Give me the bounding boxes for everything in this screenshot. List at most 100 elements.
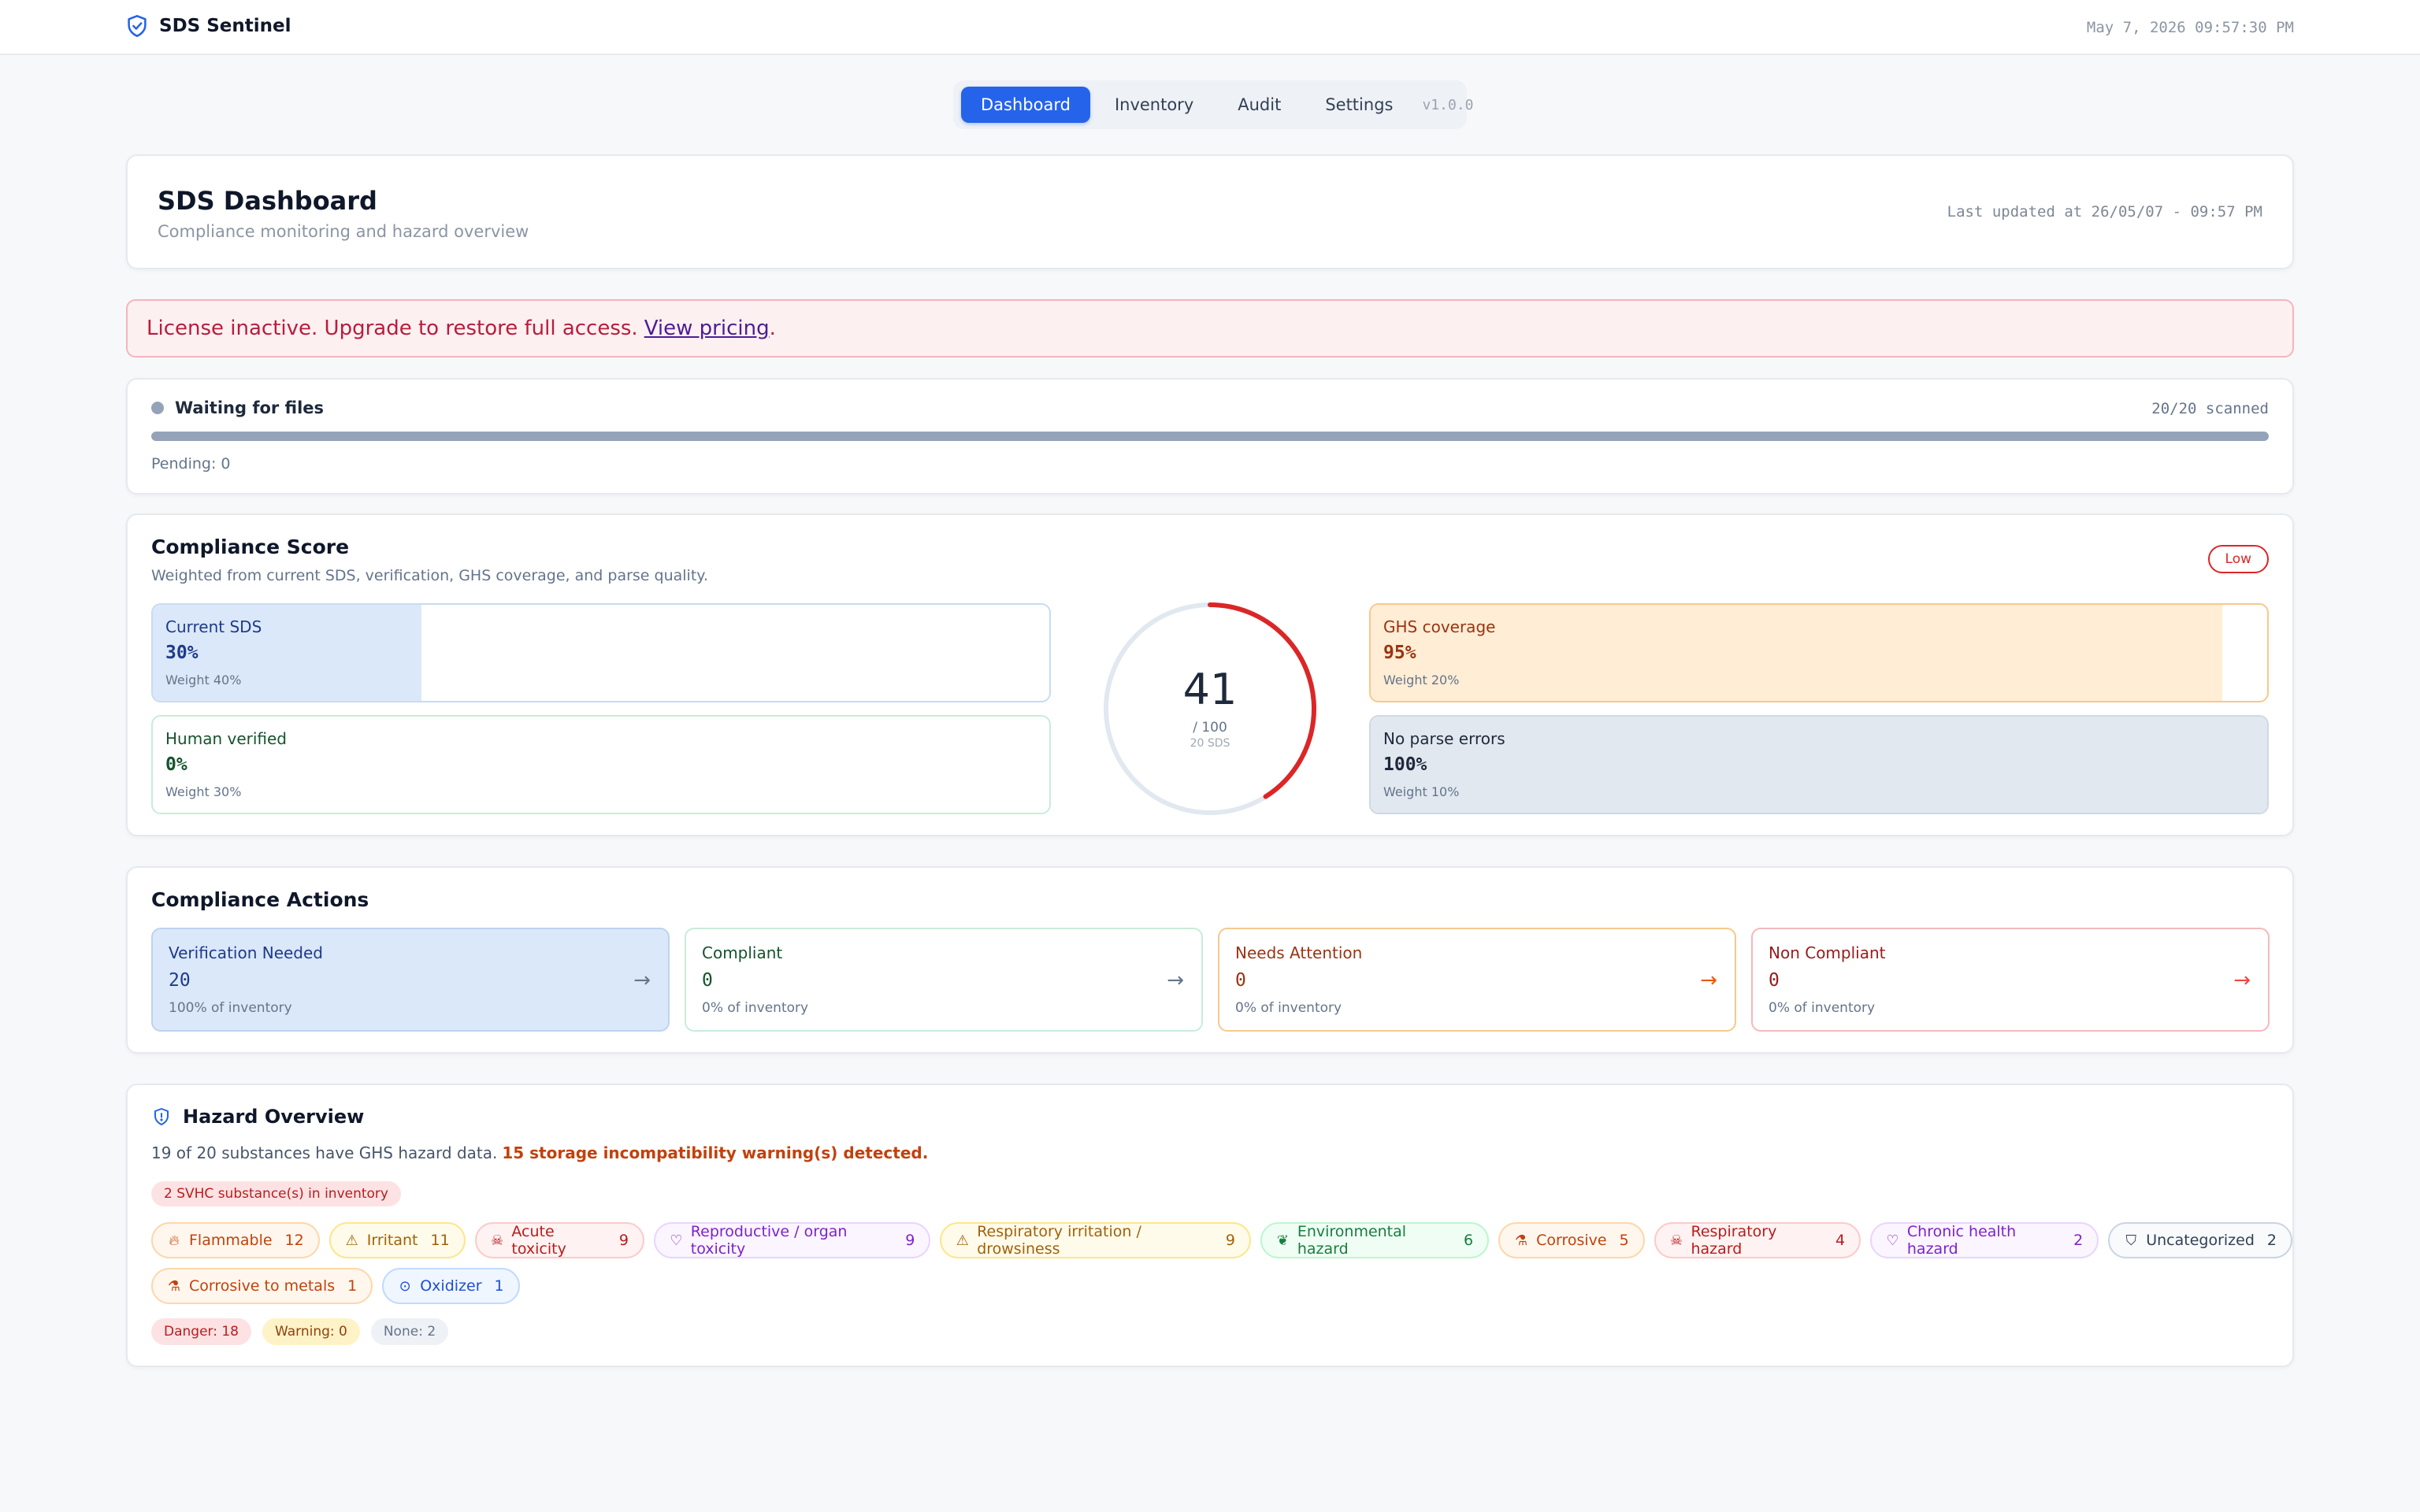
action-percent: 0% of inventory xyxy=(702,1000,809,1016)
page-subtitle: Compliance monitoring and hazard overvie… xyxy=(158,222,529,241)
hazard-count: 4 xyxy=(1835,1232,1846,1249)
metric-ghs-coverage[interactable]: GHS coverage 95% Weight 20% xyxy=(1369,603,2269,702)
top-bar: SDS Sentinel May 7, 2026 09:57:30 PM xyxy=(0,0,2420,55)
action-needs-attention[interactable]: Needs Attention 0 0% of inventory → xyxy=(1218,928,1736,1032)
signal-danger-badge[interactable]: Danger: 18 xyxy=(151,1318,251,1345)
hazard-label: Uncategorized xyxy=(2146,1232,2255,1249)
compliance-score-title: Compliance Score xyxy=(151,536,350,558)
action-label: Non Compliant xyxy=(1769,943,1886,962)
status-dot xyxy=(151,402,164,414)
hazard-label: Environmental hazard xyxy=(1297,1223,1407,1258)
hazard-chip-chronic-health[interactable]: ♡ Chronic health hazard 2 xyxy=(1870,1222,2099,1258)
hazard-chip-reproductive-organ-toxicity[interactable]: ♡ Reproductive / organ toxicity 9 xyxy=(653,1222,931,1258)
tab-audit[interactable]: Audit xyxy=(1218,87,1301,123)
hazard-chip-acute-toxicity[interactable]: ☠︎ Acute toxicity 9 xyxy=(474,1222,644,1258)
signal-warning-badge[interactable]: Warning: 0 xyxy=(262,1318,360,1345)
hazard-label: Acute toxicity xyxy=(511,1223,566,1258)
heart-pulse-icon: ♡ xyxy=(670,1232,683,1249)
action-percent: 100% of inventory xyxy=(169,1000,292,1016)
license-period: . xyxy=(769,317,776,340)
action-non-compliant[interactable]: Non Compliant 0 0% of inventory → xyxy=(1751,928,2270,1032)
flask-icon: ⚗︎ xyxy=(1515,1232,1528,1249)
view-pricing-link[interactable]: View pricing xyxy=(644,317,770,340)
hazard-count: 1 xyxy=(347,1277,358,1295)
signal-word-row: Danger: 18 Warning: 0 None: 2 xyxy=(151,1318,449,1345)
hazard-label: Reproductive / organ toxicity xyxy=(690,1223,848,1258)
hazard-chip-corrosive-to-metals[interactable]: ⚗︎ Corrosive to metals 1 xyxy=(151,1268,373,1304)
hazard-count: 2 xyxy=(2266,1232,2277,1249)
leaf-icon: ❦ xyxy=(1276,1232,1289,1249)
hazard-chip-row: 🔥︎ Flammable 12 ⚠︎ Irritant 11 ☠︎ Acute … xyxy=(151,1222,2292,1258)
scan-count: 20/20 scanned xyxy=(2151,400,2269,417)
metric-human-verified[interactable]: Human verified 0% Weight 30% xyxy=(151,715,1051,814)
flask-icon: ⚗︎ xyxy=(167,1277,181,1295)
skull-icon: ☠︎ xyxy=(1670,1232,1683,1249)
hazard-chip-respiratory-irritation[interactable]: ⚠︎ Respiratory irritation / drowsiness 9 xyxy=(940,1222,1252,1258)
svhc-badge[interactable]: 2 SVHC substance(s) in inventory xyxy=(151,1181,401,1206)
scan-status: Waiting for files xyxy=(175,398,325,417)
action-label: Compliant xyxy=(702,943,783,962)
hazard-count: 9 xyxy=(1225,1232,1236,1249)
flame-icon: 🔥︎ xyxy=(169,1232,180,1249)
hazard-count: 2 xyxy=(2073,1232,2084,1249)
compliance-score-subtitle: Weighted from current SDS, verification,… xyxy=(151,567,708,584)
hazard-count: 12 xyxy=(284,1232,304,1249)
metric-label: Human verified xyxy=(165,729,288,748)
hazard-chip-irritant[interactable]: ⚠︎ Irritant 11 xyxy=(328,1222,466,1258)
hazard-chip-environmental[interactable]: ❦ Environmental hazard 6 xyxy=(1260,1222,1490,1258)
hazard-label: Flammable xyxy=(189,1232,273,1249)
action-label: Needs Attention xyxy=(1235,943,1363,962)
signal-none-badge[interactable]: None: 2 xyxy=(370,1318,449,1345)
storage-warning-text: 15 storage incompatibility warning(s) de… xyxy=(502,1143,929,1162)
scan-status-card: Waiting for files 20/20 scanned Pending:… xyxy=(126,378,2294,495)
tab-dashboard[interactable]: Dashboard xyxy=(961,87,1090,123)
score-gauge: 41 / 100 20 SDS xyxy=(1101,600,1319,817)
metric-value: 100% xyxy=(1383,754,1427,775)
hazard-count: 9 xyxy=(618,1232,629,1249)
action-verification-needed[interactable]: Verification Needed 20 100% of inventory… xyxy=(151,928,670,1032)
compliance-actions-card: Compliance Actions Verification Needed 2… xyxy=(126,866,2294,1054)
tab-settings[interactable]: Settings xyxy=(1305,87,1412,123)
tab-inventory[interactable]: Inventory xyxy=(1095,87,1213,123)
main-nav-tabs: Dashboard Inventory Audit Settings v1.0.… xyxy=(953,80,1474,129)
metric-weight: Weight 40% xyxy=(165,673,242,687)
action-compliant[interactable]: Compliant 0 0% of inventory → xyxy=(685,928,1203,1032)
hazard-summary-text: 19 of 20 substances have GHS hazard data… xyxy=(151,1143,498,1162)
version-label: v1.0.0 xyxy=(1422,96,1474,113)
page-title: SDS Dashboard xyxy=(158,186,377,216)
hazard-count: 11 xyxy=(430,1232,450,1249)
action-percent: 0% of inventory xyxy=(1769,1000,1876,1016)
hazard-chip-respiratory-hazard[interactable]: ☠︎ Respiratory hazard 4 xyxy=(1654,1222,1861,1258)
metric-weight: Weight 30% xyxy=(165,784,242,799)
action-count: 20 xyxy=(169,970,191,991)
metric-label: GHS coverage xyxy=(1383,617,1496,636)
metric-value: 0% xyxy=(165,754,187,775)
metric-value: 95% xyxy=(1383,643,1416,663)
action-count: 0 xyxy=(1769,970,1780,991)
hazard-chip-uncategorized[interactable]: ⛉ Uncategorized 2 xyxy=(2108,1222,2292,1258)
hazard-label: Oxidizer xyxy=(420,1277,482,1295)
hazard-chip-row: ⚗︎ Corrosive to metals 1 ⊙ Oxidizer 1 xyxy=(151,1268,520,1304)
shield-icon: ⛉ xyxy=(2125,1232,2136,1249)
hazard-overview-card: Hazard Overview 19 of 20 substances have… xyxy=(126,1084,2294,1367)
metric-no-parse-errors[interactable]: No parse errors 100% Weight 10% xyxy=(1369,715,2269,814)
hazard-label: Irritant xyxy=(366,1232,418,1249)
brand[interactable]: SDS Sentinel xyxy=(126,14,291,38)
hazard-summary: 19 of 20 substances have GHS hazard data… xyxy=(151,1143,928,1162)
heart-pulse-icon: ♡ xyxy=(1886,1232,1899,1249)
warning-triangle-icon: ⚠︎ xyxy=(345,1232,358,1249)
metric-ghs-coverage-fill xyxy=(1371,605,2223,701)
action-count: 0 xyxy=(1235,970,1246,991)
app-name: SDS Sentinel xyxy=(159,16,291,36)
metric-current-sds[interactable]: Current SDS 30% Weight 40% xyxy=(151,603,1051,702)
license-banner: License inactive. Upgrade to restore ful… xyxy=(126,299,2294,358)
scan-pending: Pending: 0 xyxy=(151,455,231,472)
shield-alert-icon xyxy=(153,1107,170,1126)
hazard-chip-corrosive[interactable]: ⚗︎ Corrosive 5 xyxy=(1498,1222,1645,1258)
hazard-count: 9 xyxy=(905,1232,915,1249)
hazard-count: 6 xyxy=(1464,1232,1474,1249)
hazard-chip-oxidizer[interactable]: ⊙ Oxidizer 1 xyxy=(382,1268,520,1304)
hazard-label: Respiratory hazard xyxy=(1691,1223,1777,1258)
last-updated: Last updated at 26/05/07 - 09:57 PM xyxy=(1947,203,2262,220)
hazard-chip-flammable[interactable]: 🔥︎ Flammable 12 xyxy=(151,1222,320,1258)
